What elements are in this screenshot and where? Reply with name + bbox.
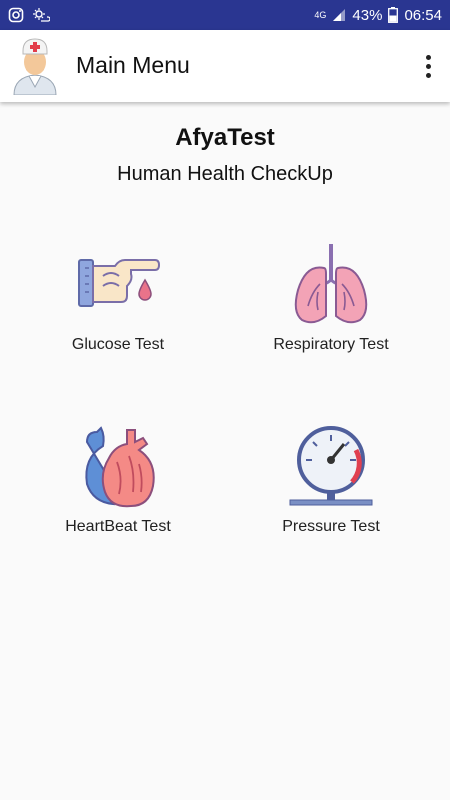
pressure-test-button[interactable]: Pressure Test bbox=[231, 422, 431, 572]
app-bar: Main Menu bbox=[0, 30, 450, 102]
doctor-avatar-icon bbox=[13, 38, 57, 95]
clock: 06:54 bbox=[404, 6, 442, 24]
battery-percent: 43% bbox=[352, 6, 383, 24]
finger-blood-drop-icon bbox=[78, 259, 161, 307]
overflow-dot-icon bbox=[425, 72, 431, 78]
app-bar-title: Main Menu bbox=[76, 52, 190, 78]
heartbeat-test-button[interactable]: HeartBeat Test bbox=[18, 422, 218, 572]
instagram-icon bbox=[8, 7, 24, 23]
app-tagline: Human Health CheckUp bbox=[117, 163, 333, 185]
respiratory-test-button[interactable]: Respiratory Test bbox=[231, 240, 431, 390]
test-label: Pressure Test bbox=[282, 518, 380, 535]
app-name: AfyaTest bbox=[175, 124, 275, 151]
overflow-dot-icon bbox=[425, 63, 431, 69]
glucose-test-button[interactable]: Glucose Test bbox=[18, 240, 218, 390]
heart-icon bbox=[85, 426, 155, 508]
test-label: HeartBeat Test bbox=[65, 518, 171, 535]
status-bar: 4G 43% 06:54 bbox=[0, 0, 450, 30]
battery-icon bbox=[388, 7, 399, 23]
overflow-dot-icon bbox=[425, 54, 431, 60]
lungs-icon bbox=[294, 244, 368, 324]
weather-icon bbox=[33, 8, 50, 22]
test-label: Glucose Test bbox=[71, 336, 165, 353]
signal-icon bbox=[333, 9, 346, 21]
test-label: Respiratory Test bbox=[273, 336, 389, 353]
network-type: 4G bbox=[314, 9, 327, 20]
pressure-gauge-icon bbox=[289, 426, 373, 506]
overflow-menu-button[interactable] bbox=[418, 50, 438, 82]
